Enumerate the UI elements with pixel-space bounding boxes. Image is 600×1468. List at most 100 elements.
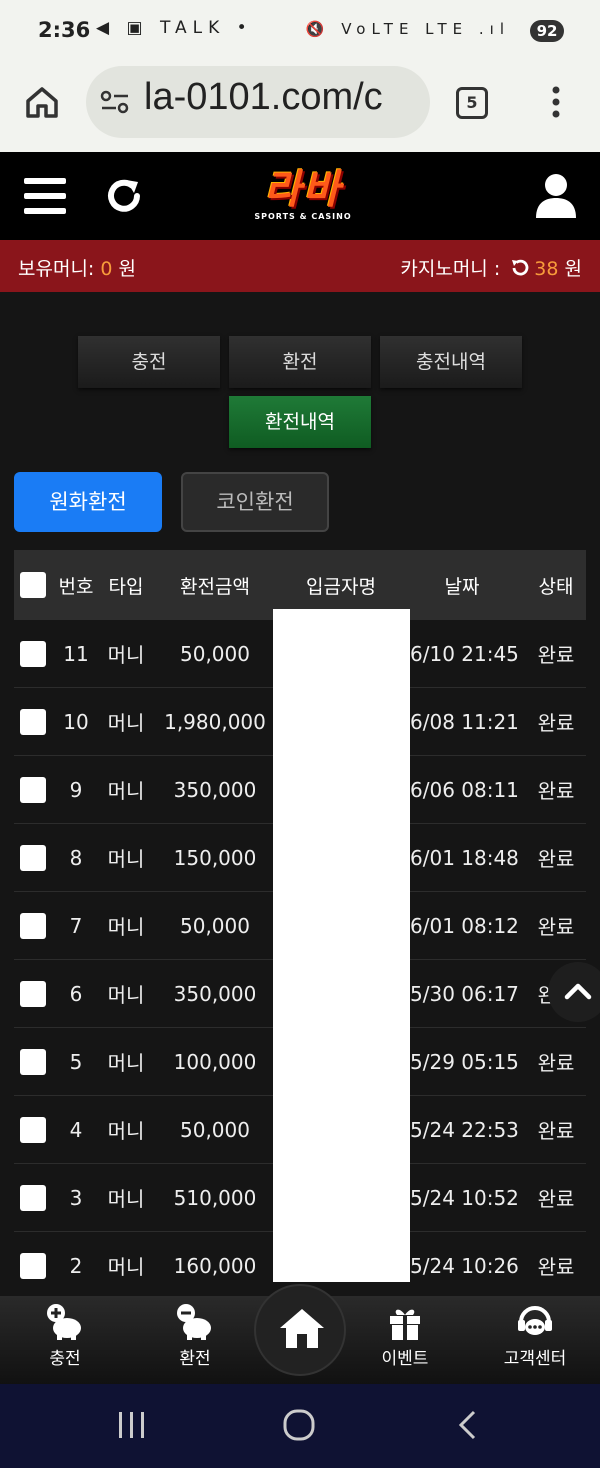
header-date: 날짜	[444, 575, 480, 598]
bottom-nav-support-label: 고객센터	[503, 1349, 567, 1369]
row-date: 6/01 18:48	[410, 845, 519, 870]
deposit-history-button[interactable]: 충전내역	[380, 336, 522, 388]
row-checkbox[interactable]	[20, 776, 46, 803]
scroll-top-button[interactable]	[548, 962, 600, 1022]
row-type: 머니	[107, 643, 145, 667]
casino-money-value: 38	[534, 258, 559, 280]
row-status: 완료	[537, 1187, 575, 1211]
row-no: 8	[69, 845, 83, 870]
url-text: la-0101.com/c	[144, 76, 383, 118]
holding-money: 보유머니: 0 원	[18, 254, 136, 281]
row-date: 6/10 21:45	[410, 641, 519, 666]
casino-money-unit: 원	[558, 258, 583, 280]
row-type: 머니	[107, 1187, 145, 1211]
row-amount: 350,000	[173, 981, 257, 1006]
deposit-button[interactable]: 충전	[78, 336, 220, 388]
status-time: 2:36	[38, 18, 91, 42]
row-date: 5/24 10:26	[410, 1253, 519, 1278]
address-bar[interactable]: la-0101.com/c	[86, 66, 430, 138]
refresh-icon[interactable]	[104, 176, 144, 216]
browser-toolbar: la-0101.com/c 5	[0, 62, 600, 152]
row-no: 11	[63, 641, 89, 666]
row-checkbox[interactable]	[20, 980, 46, 1007]
row-checkbox[interactable]	[20, 708, 46, 735]
row-no: 10	[63, 709, 89, 734]
select-all-checkbox[interactable]	[20, 572, 46, 598]
row-status: 완료	[537, 915, 575, 939]
headset-chat-icon	[518, 1306, 552, 1335]
withdraw-button[interactable]: 환전	[229, 336, 371, 388]
balance-bar: 보유머니: 0 원 카지노머니 : 38 원	[0, 240, 600, 292]
casino-money-label: 카지노머니 :	[400, 258, 507, 280]
row-type: 머니	[107, 711, 145, 735]
row-no: 7	[69, 913, 83, 938]
header-no: 번호	[58, 575, 94, 598]
holding-money-label: 보유머니:	[18, 258, 101, 280]
row-checkbox[interactable]	[20, 1252, 46, 1279]
row-amount: 50,000	[180, 641, 250, 666]
row-amount: 50,000	[180, 913, 250, 938]
row-status: 완료	[537, 711, 575, 735]
row-no: 2	[69, 1253, 83, 1278]
holding-money-unit: 원	[112, 258, 137, 280]
back-icon[interactable]	[454, 1408, 480, 1442]
row-type: 머니	[107, 847, 145, 871]
home-icon[interactable]	[24, 84, 60, 120]
redaction-box	[273, 609, 410, 1282]
row-checkbox[interactable]	[20, 640, 46, 667]
row-amount: 150,000	[173, 845, 257, 870]
more-menu-icon[interactable]	[548, 84, 564, 120]
row-status: 완료	[537, 847, 575, 871]
row-status: 완료	[537, 1119, 575, 1143]
bottom-nav-deposit[interactable]: 충전	[15, 1302, 115, 1369]
recent-apps-icon[interactable]	[116, 1408, 148, 1442]
notification-icons: ◀ ▣ TALK •	[96, 18, 253, 38]
row-checkbox[interactable]	[20, 1116, 46, 1143]
row-amount: 350,000	[173, 777, 257, 802]
row-no: 6	[69, 981, 83, 1006]
row-amount: 1,980,000	[164, 709, 266, 734]
row-type: 머니	[107, 779, 145, 803]
row-no: 5	[69, 1049, 83, 1074]
tab-switcher-button[interactable]: 5	[456, 87, 488, 119]
row-amount: 100,000	[173, 1049, 257, 1074]
home-circle-icon[interactable]	[282, 1408, 316, 1442]
row-no: 4	[69, 1117, 83, 1142]
row-amount: 160,000	[173, 1253, 257, 1278]
user-icon[interactable]	[534, 172, 578, 220]
casino-money: 카지노머니 : 38 원	[400, 254, 582, 281]
piggy-plus-icon	[47, 1304, 81, 1340]
bottom-nav-event[interactable]: 이벤트	[355, 1302, 455, 1369]
row-status: 완료	[537, 1255, 575, 1279]
row-type: 머니	[107, 1255, 145, 1279]
withdraw-history-button[interactable]: 환전내역	[229, 396, 371, 448]
bottom-nav-withdraw-label: 환전	[179, 1349, 211, 1369]
row-checkbox[interactable]	[20, 1048, 46, 1075]
row-no: 9	[69, 777, 83, 802]
bottom-nav-event-label: 이벤트	[381, 1349, 429, 1369]
row-amount: 50,000	[180, 1117, 250, 1142]
bottom-nav-withdraw[interactable]: 환전	[145, 1302, 245, 1369]
row-date: 6/08 11:21	[410, 709, 519, 734]
row-status: 완료	[537, 779, 575, 803]
row-checkbox[interactable]	[20, 1184, 46, 1211]
site-logo[interactable]: 라바 SPORTS & CASINO	[236, 166, 370, 232]
row-date: 6/06 08:11	[410, 777, 519, 802]
row-date: 5/24 10:52	[410, 1185, 519, 1210]
hamburger-menu-icon[interactable]	[24, 178, 66, 214]
status-bar: 2:36 ◀ ▣ TALK • 🔇 VoLTE LTE .ıl 92	[0, 0, 600, 62]
casino-refresh-icon[interactable]	[510, 258, 530, 278]
site-header: 라바 SPORTS & CASINO	[0, 152, 600, 240]
home-button[interactable]	[254, 1284, 346, 1376]
tab-krw-exchange[interactable]: 원화환전	[14, 472, 162, 532]
row-checkbox[interactable]	[20, 912, 46, 939]
site-settings-icon[interactable]	[100, 90, 130, 114]
tab-coin-exchange[interactable]: 코인환전	[181, 472, 329, 532]
bottom-nav-support[interactable]: 고객센터	[485, 1302, 585, 1369]
row-date: 5/29 05:15	[410, 1049, 519, 1074]
battery-icon: 92	[530, 20, 564, 42]
row-checkbox[interactable]	[20, 844, 46, 871]
row-status: 완료	[537, 643, 575, 667]
header-type: 타입	[108, 575, 144, 598]
row-status: 완료	[537, 1051, 575, 1075]
